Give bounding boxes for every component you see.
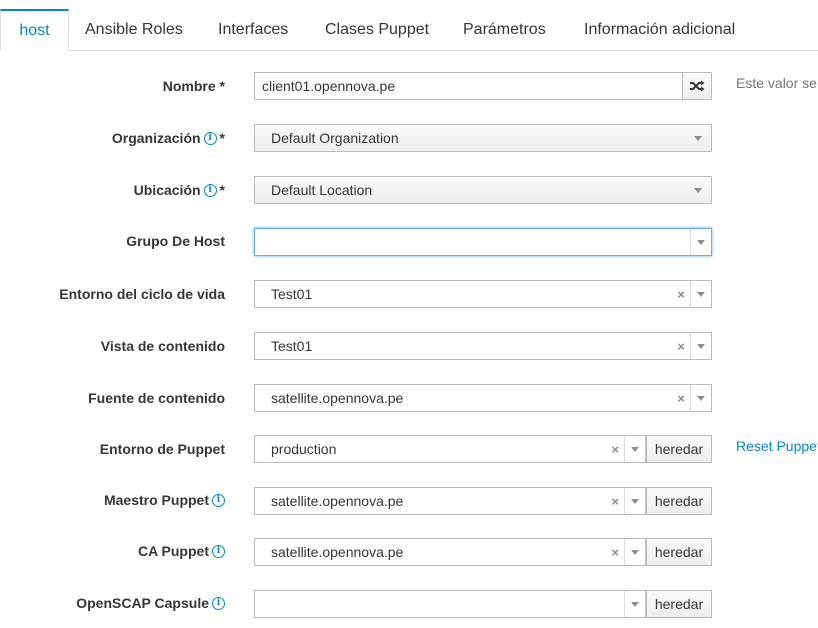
- maestro-puppet-label-text: Maestro Puppet: [103, 492, 209, 508]
- ubicacion-value: Default Location: [271, 182, 373, 198]
- entorno-puppet-inherit-button[interactable]: heredar: [646, 435, 712, 463]
- entorno-puppet-dropdown-toggle[interactable]: [624, 436, 645, 462]
- chevron-down-icon: [631, 446, 639, 452]
- ubicacion-select[interactable]: Default Location: [254, 176, 712, 204]
- vista-contenido-label: Vista de contenido: [101, 338, 225, 354]
- chevron-down-icon: [697, 291, 705, 297]
- clear-icon[interactable]: ×: [611, 539, 619, 567]
- vista-contenido-dropdown-toggle[interactable]: [690, 333, 711, 359]
- info-icon[interactable]: i: [203, 183, 217, 197]
- clear-icon[interactable]: ×: [611, 488, 619, 516]
- tab-host[interactable]: host: [0, 9, 69, 51]
- chevron-down-icon: [697, 395, 705, 401]
- info-icon[interactable]: i: [212, 493, 225, 507]
- nombre-label: Nombre *: [163, 78, 225, 94]
- ca-puppet-select[interactable]: satellite.opennova.pe ×: [254, 538, 646, 566]
- openscap-label: OpenSCAP Capsule i: [76, 595, 225, 611]
- ca-puppet-dropdown-toggle[interactable]: [624, 539, 645, 565]
- fuente-contenido-dropdown-toggle[interactable]: [690, 385, 711, 411]
- chevron-down-icon: [631, 549, 639, 555]
- required-marker: *: [219, 182, 225, 198]
- chevron-down-icon: [694, 136, 702, 141]
- reset-puppet-link[interactable]: Reset Puppet: [736, 438, 818, 454]
- info-icon[interactable]: i: [203, 131, 217, 145]
- shuffle-icon: [690, 80, 705, 92]
- organizacion-select[interactable]: Default Organization: [254, 124, 712, 152]
- ca-puppet-label-text: CA Puppet: [137, 543, 209, 559]
- maestro-puppet-select[interactable]: satellite.opennova.pe ×: [254, 487, 646, 515]
- fuente-contenido-value: satellite.opennova.pe: [271, 390, 404, 406]
- nombre-help-text: Este valor se: [736, 75, 817, 91]
- entorno-puppet-label-text: Entorno de Puppet: [99, 441, 225, 457]
- grupo-host-dropdown-toggle[interactable]: [690, 229, 711, 255]
- maestro-puppet-label: Maestro Puppet i: [104, 492, 225, 508]
- entorno-puppet-select[interactable]: production ×: [254, 435, 646, 463]
- nombre-label-text: Nombre *: [162, 78, 225, 94]
- entorno-ciclo-value: Test01: [271, 286, 313, 302]
- fuente-contenido-label: Fuente de contenido: [88, 390, 225, 406]
- clear-icon[interactable]: ×: [611, 436, 619, 464]
- required-marker: *: [219, 130, 225, 146]
- ubicacion-label: Ubicación i *: [134, 182, 225, 198]
- openscap-inherit-button[interactable]: heredar: [646, 590, 712, 618]
- clear-icon[interactable]: ×: [677, 385, 685, 413]
- openscap-label-text: OpenSCAP Capsule: [76, 595, 209, 611]
- chevron-down-icon: [631, 498, 639, 504]
- ubicacion-label-text: Ubicación: [133, 182, 201, 198]
- organizacion-label-text: Organización: [111, 130, 201, 146]
- grupo-host-label-text: Grupo De Host: [126, 233, 225, 249]
- fuente-contenido-select[interactable]: satellite.opennova.pe ×: [254, 384, 712, 412]
- organizacion-value: Default Organization: [271, 130, 399, 146]
- vista-contenido-select[interactable]: Test01 ×: [254, 332, 712, 360]
- openscap-dropdown-toggle[interactable]: [624, 591, 645, 617]
- organizacion-label: Organización i *: [112, 130, 225, 146]
- info-icon[interactable]: i: [212, 544, 225, 558]
- clear-icon[interactable]: ×: [677, 333, 685, 361]
- grupo-host-label: Grupo De Host: [126, 233, 225, 249]
- nombre-value: client01.opennova.pe: [262, 78, 396, 94]
- info-icon[interactable]: i: [212, 596, 225, 610]
- grupo-host-select[interactable]: [254, 228, 712, 256]
- tab-informacion-adicional[interactable]: Información adicional: [584, 10, 735, 50]
- entorno-puppet-label: Entorno de Puppet: [100, 441, 225, 457]
- nombre-input[interactable]: client01.opennova.pe: [254, 72, 712, 100]
- chevron-down-icon: [697, 343, 705, 349]
- maestro-puppet-dropdown-toggle[interactable]: [624, 488, 645, 514]
- maestro-puppet-inherit-button[interactable]: heredar: [646, 487, 712, 515]
- vista-contenido-value: Test01: [271, 338, 313, 354]
- tab-clases-puppet[interactable]: Clases Puppet: [325, 10, 429, 50]
- ca-puppet-inherit-button[interactable]: heredar: [646, 538, 712, 566]
- chevron-down-icon: [697, 239, 705, 245]
- ca-puppet-label: CA Puppet i: [138, 543, 225, 559]
- entorno-puppet-value: production: [271, 441, 337, 457]
- tab-interfaces[interactable]: Interfaces: [218, 10, 288, 50]
- ca-puppet-value: satellite.opennova.pe: [271, 544, 404, 560]
- fuente-contenido-label-text: Fuente de contenido: [88, 390, 225, 406]
- tab-parametros[interactable]: Parámetros: [463, 10, 546, 50]
- randomize-name-button[interactable]: [682, 73, 711, 99]
- entorno-ciclo-label-text: Entorno del ciclo de vida: [59, 286, 225, 302]
- chevron-down-icon: [631, 601, 639, 607]
- maestro-puppet-value: satellite.opennova.pe: [271, 493, 404, 509]
- clear-icon[interactable]: ×: [677, 281, 685, 309]
- openscap-select[interactable]: [254, 590, 646, 618]
- entorno-ciclo-dropdown-toggle[interactable]: [690, 281, 711, 307]
- entorno-ciclo-select[interactable]: Test01 ×: [254, 280, 712, 308]
- chevron-down-icon: [694, 188, 702, 193]
- tab-bar: host Ansible Roles Interfaces Clases Pup…: [0, 0, 818, 51]
- vista-contenido-label-text: Vista de contenido: [100, 338, 225, 354]
- entorno-ciclo-label: Entorno del ciclo de vida: [59, 286, 225, 302]
- tab-ansible-roles[interactable]: Ansible Roles: [85, 10, 183, 50]
